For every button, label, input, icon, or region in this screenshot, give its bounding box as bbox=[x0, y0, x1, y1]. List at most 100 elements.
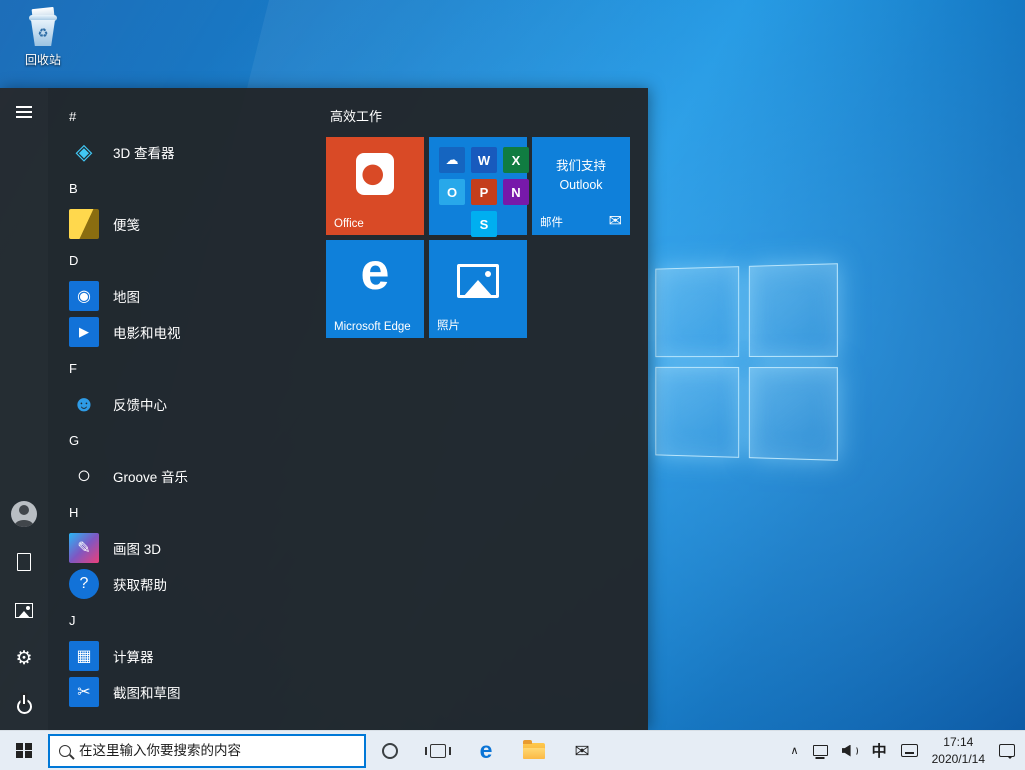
app-label: 便笺 bbox=[113, 214, 140, 234]
tile-office-apps-group[interactable]: ☁WXOPNS bbox=[429, 137, 527, 235]
app-item-calculator[interactable]: ▦计算器 bbox=[66, 638, 320, 674]
app-list-section-H[interactable]: H bbox=[66, 494, 320, 530]
tile-mail-label: 邮件 bbox=[540, 214, 563, 230]
app-label: 电影和电视 bbox=[113, 322, 181, 342]
app-list-section-B[interactable]: B bbox=[66, 170, 320, 206]
mail-tile-message: 我们支持 Outlook bbox=[532, 157, 630, 195]
clock-button[interactable]: 17:14 2020/1/14 bbox=[932, 734, 985, 766]
tile-photos[interactable]: 照片 bbox=[429, 240, 527, 338]
app-item-paint-3d[interactable]: ✎ 画图 3D bbox=[66, 530, 320, 566]
app-list-section-D[interactable]: D bbox=[66, 242, 320, 278]
3d-viewer-icon: ◈ bbox=[69, 137, 99, 167]
start-menu: ⚙ #◈ 3D 查看器 B 便笺 D◉地图▶ 电影和电视 F ☻反馈中心 G ○ Groove 音乐… bbox=[0, 88, 648, 730]
word-mini-icon: W bbox=[471, 147, 497, 173]
edge-icon: e bbox=[480, 739, 493, 762]
cortana-button[interactable] bbox=[366, 731, 414, 770]
feedback-hub-icon: ☻ bbox=[69, 389, 99, 419]
volume-button[interactable] bbox=[842, 745, 858, 757]
app-item-feedback-hub[interactable]: ☻反馈中心 bbox=[66, 386, 320, 422]
taskbar-search-box[interactable] bbox=[48, 734, 366, 768]
tray-date: 2020/1/14 bbox=[932, 751, 985, 767]
app-item-snip-sketch[interactable]: ✂截图和草图 bbox=[66, 674, 320, 710]
edge-icon: e bbox=[326, 246, 424, 298]
movies-tv-icon: ▶ bbox=[69, 317, 99, 347]
edge-taskbar-button[interactable]: e bbox=[462, 731, 510, 770]
user-account-button[interactable] bbox=[0, 490, 48, 538]
maps-icon: ◉ bbox=[69, 281, 99, 311]
documents-button[interactable] bbox=[0, 538, 48, 586]
pictures-button[interactable] bbox=[0, 586, 48, 634]
section-letter: F bbox=[69, 361, 77, 376]
app-label: 画图 3D bbox=[113, 538, 161, 558]
section-letter: J bbox=[69, 613, 76, 628]
recycle-bin[interactable]: ♻ 回收站 bbox=[10, 8, 76, 68]
show-hidden-icons-button[interactable]: ∧ bbox=[791, 744, 799, 757]
windows-logo-pane bbox=[749, 263, 838, 357]
onenote-mini-icon: N bbox=[503, 179, 529, 205]
tile-office-label: Office bbox=[334, 218, 364, 230]
app-label: Groove 音乐 bbox=[113, 466, 188, 486]
envelope-icon: ✉ bbox=[574, 742, 589, 760]
recycle-arrows-icon: ♻ bbox=[38, 26, 49, 40]
snip-sketch-icon: ✂ bbox=[69, 677, 99, 707]
ime-mode-button[interactable]: 中 bbox=[872, 740, 887, 761]
app-list-section-#[interactable]: # bbox=[66, 98, 320, 134]
office-group-grid: ☁WXOPNS bbox=[429, 137, 527, 237]
windows-logo-pane bbox=[655, 266, 739, 357]
app-label: 3D 查看器 bbox=[113, 142, 175, 162]
app-item-groove-music[interactable]: ○ Groove 音乐 bbox=[66, 458, 320, 494]
tile-office[interactable]: Office bbox=[326, 137, 424, 235]
start-menu-rail: ⚙ bbox=[0, 88, 48, 730]
app-list-section-F[interactable]: F bbox=[66, 350, 320, 386]
windows-logo-pane bbox=[655, 367, 739, 458]
settings-button[interactable]: ⚙ bbox=[0, 634, 48, 682]
app-item-get-help[interactable]: ? 获取帮助 bbox=[66, 566, 320, 602]
recycle-bin-label: 回收站 bbox=[25, 51, 61, 68]
start-button[interactable] bbox=[0, 731, 48, 770]
paint-3d-icon: ✎ bbox=[69, 533, 99, 563]
tiles-panel: 高效工作 Office ☁WXOPNS 我们支持 Outlook 邮件 ✉ e … bbox=[320, 88, 648, 730]
app-list: #◈ 3D 查看器 B 便笺 D◉地图▶ 电影和电视 F ☻反馈中心 G ○ Groove 音乐 H ✎… bbox=[48, 88, 320, 730]
app-list-section-G[interactable]: G bbox=[66, 422, 320, 458]
skype-mini-icon: S bbox=[471, 211, 497, 237]
touch-keyboard-button[interactable] bbox=[901, 744, 918, 757]
folder-icon bbox=[523, 743, 545, 759]
app-item-3d-viewer[interactable]: ◈ 3D 查看器 bbox=[66, 134, 320, 170]
mail-tile-line2: Outlook bbox=[559, 178, 602, 192]
tile-edge-label: Microsoft Edge bbox=[334, 321, 411, 333]
document-icon bbox=[17, 553, 31, 571]
expand-menu-button[interactable] bbox=[0, 88, 48, 136]
windows-logo-wallpaper bbox=[655, 263, 838, 461]
tray-time: 17:14 bbox=[943, 734, 973, 750]
app-item-maps[interactable]: ◉地图 bbox=[66, 278, 320, 314]
windows-logo-pane bbox=[749, 367, 838, 461]
file-explorer-button[interactable] bbox=[510, 731, 558, 770]
mail-taskbar-button[interactable]: ✉ bbox=[558, 731, 606, 770]
app-list-section-J[interactable]: J bbox=[66, 602, 320, 638]
excel-mini-icon: X bbox=[503, 147, 529, 173]
tile-edge[interactable]: e Microsoft Edge bbox=[326, 240, 424, 338]
pictures-icon bbox=[15, 603, 33, 618]
groove-music-icon: ○ bbox=[69, 461, 99, 491]
system-tray: ∧ 中 17:14 2020/1/14 bbox=[791, 734, 1025, 766]
action-center-button[interactable] bbox=[999, 744, 1015, 757]
section-letter: H bbox=[69, 505, 78, 520]
windows-start-icon bbox=[16, 743, 32, 759]
app-item-movies-tv[interactable]: ▶ 电影和电视 bbox=[66, 314, 320, 350]
app-item-sticky-notes[interactable]: 便笺 bbox=[66, 206, 320, 242]
taskbar: e ✉ ∧ 中 17:14 2020/1/14 bbox=[0, 730, 1025, 770]
get-help-icon: ? bbox=[69, 569, 99, 599]
office-icon bbox=[356, 153, 394, 195]
power-button[interactable] bbox=[0, 682, 48, 730]
network-button[interactable] bbox=[813, 745, 828, 756]
search-input[interactable] bbox=[79, 743, 355, 758]
recycle-bin-body: ♻ bbox=[31, 20, 55, 46]
tile-photos-label: 照片 bbox=[437, 317, 460, 333]
task-view-button[interactable] bbox=[414, 731, 462, 770]
network-icon bbox=[813, 745, 828, 756]
app-label: 获取帮助 bbox=[113, 574, 167, 594]
tile-group-header[interactable]: 高效工作 bbox=[330, 106, 640, 125]
user-avatar-icon bbox=[11, 501, 37, 527]
tile-mail[interactable]: 我们支持 Outlook 邮件 ✉ bbox=[532, 137, 630, 235]
section-letter: G bbox=[69, 433, 79, 448]
